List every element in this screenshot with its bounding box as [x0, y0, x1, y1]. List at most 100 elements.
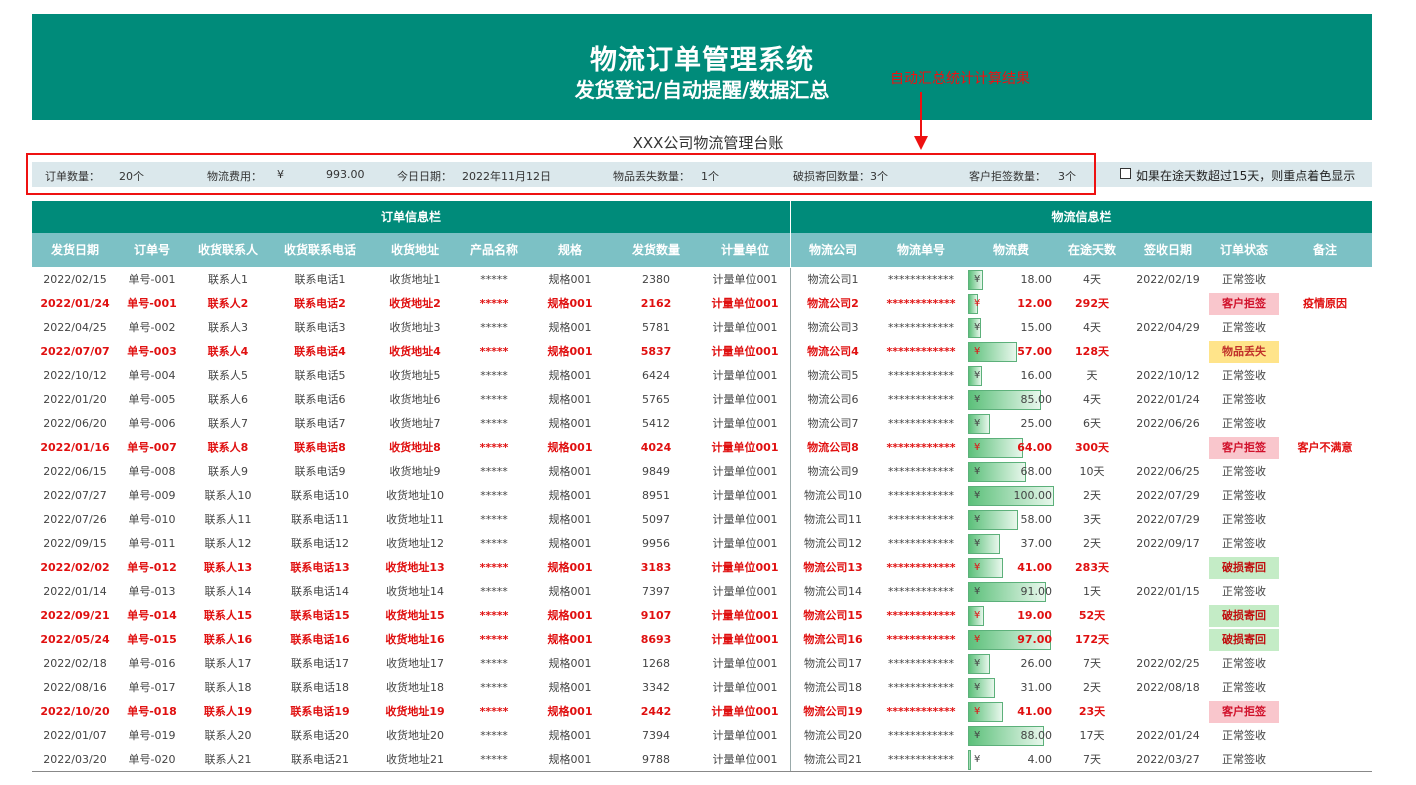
col-tracking[interactable]: 物流单号 — [876, 233, 966, 267]
status-cell: 破损寄回 — [1208, 604, 1280, 628]
spec-cell: 规格001 — [548, 537, 592, 550]
table-row[interactable]: 2022/04/25 单号-002 联系人3 联系电话3 收货地址3 ***** 规格001… — [32, 316, 1372, 340]
company-cell: 物流公司20 — [804, 729, 862, 742]
table-row[interactable]: 2022/01/16 单号-007 联系人8 联系电话8 收货地址8 ***** 规格001… — [32, 436, 1372, 460]
table-row[interactable]: 2022/05/24 单号-015 联系人16 联系电话16 收货地址16 ***** 规格… — [32, 628, 1372, 652]
contact-cell: 联系人16 — [203, 633, 253, 646]
table-row[interactable]: 2022/01/24 单号-001 联系人2 联系电话2 收货地址2 ***** 规格001… — [32, 292, 1372, 316]
sign-date-cell — [1128, 628, 1208, 652]
table-row[interactable]: 2022/02/02 单号-012 联系人13 联系电话13 收货地址13 ***** 规格… — [32, 556, 1372, 580]
col-product[interactable]: 产品名称 — [460, 233, 528, 267]
address-cell: 收货地址12 — [386, 537, 444, 550]
col-unit[interactable]: 计量单位 — [700, 233, 790, 267]
col-note[interactable]: 备注 — [1280, 233, 1370, 267]
fee-value: 41.00 — [1017, 561, 1052, 574]
ship-date-cell: 2022/01/24 — [40, 297, 110, 310]
ship-date-cell: 2022/10/20 — [40, 705, 110, 718]
col-transit-days[interactable]: 在途天数 — [1056, 233, 1128, 267]
col-contact[interactable]: 收货联系人 — [186, 233, 270, 267]
status-cell: 正常签收 — [1208, 460, 1280, 484]
transit-days-cell: 天 — [1086, 369, 1098, 382]
company-cell: 物流公司21 — [804, 753, 862, 766]
highlight-overdue-checkbox[interactable] — [1120, 168, 1131, 179]
address-cell: 收货地址13 — [385, 561, 445, 574]
ship-date-cell: 2022/01/20 — [43, 393, 107, 406]
col-order-no[interactable]: 订单号 — [118, 233, 186, 267]
phone-cell: 联系电话20 — [291, 729, 349, 742]
fee-value: 57.00 — [1017, 345, 1052, 358]
table-row[interactable]: 2022/07/27 单号-009 联系人10 联系电话10 收货地址10 ***** 规格… — [32, 484, 1372, 508]
table-row[interactable]: 2022/06/20 单号-006 联系人7 联系电话7 收货地址7 ***** 规格001… — [32, 412, 1372, 436]
table-row[interactable]: 2022/07/26 单号-010 联系人11 联系电话11 收货地址11 ***** 规格… — [32, 508, 1372, 532]
fee-value: 100.00 — [1013, 489, 1053, 502]
address-cell: 收货地址17 — [386, 657, 444, 670]
contact-cell: 联系人6 — [208, 393, 248, 406]
spec-cell: 规格001 — [547, 297, 593, 310]
unit-cell: 计量单位001 — [712, 753, 778, 766]
table-row[interactable]: 2022/07/07 单号-003 联系人4 联系电话4 收货地址4 ***** 规格001… — [32, 340, 1372, 364]
status-cell: 正常签收 — [1208, 676, 1280, 700]
table-row[interactable]: 2022/02/15 单号-001 联系人1 联系电话1 收货地址1 ***** 规格001… — [32, 268, 1372, 292]
order-no-cell: 单号-012 — [127, 561, 177, 574]
order-no-cell: 单号-001 — [128, 273, 176, 286]
phone-cell: 联系电话7 — [294, 417, 346, 430]
table-row[interactable]: 2022/06/15 单号-008 联系人9 联系电话9 收货地址9 ***** 规格001… — [32, 460, 1372, 484]
phone-cell: 联系电话8 — [294, 441, 346, 454]
col-status[interactable]: 订单状态 — [1208, 233, 1280, 267]
note-cell — [1280, 316, 1370, 340]
fee-cell: ¥41.00 — [968, 557, 1054, 579]
col-spec[interactable]: 规格 — [528, 233, 612, 267]
note-cell — [1280, 412, 1370, 436]
col-sign-date[interactable]: 签收日期 — [1128, 233, 1208, 267]
col-quantity[interactable]: 发货数量 — [612, 233, 700, 267]
logistics-section-header: 物流信息栏 — [791, 201, 1372, 233]
status-badge: 正常签收 — [1222, 513, 1266, 526]
phone-cell: 联系电话6 — [294, 393, 346, 406]
col-address[interactable]: 收货地址 — [370, 233, 460, 267]
spec-cell: 规格001 — [548, 753, 592, 766]
quantity-cell: 5097 — [642, 513, 670, 526]
contact-cell: 联系人21 — [204, 753, 252, 766]
contact-cell: 联系人19 — [203, 705, 253, 718]
phone-cell: 联系电话4 — [294, 345, 346, 358]
table-row[interactable]: 2022/01/14 单号-013 联系人14 联系电话14 收货地址14 ***** 规格… — [32, 580, 1372, 604]
product-cell: ***** — [479, 705, 509, 718]
table-row[interactable]: 2022/02/18 单号-016 联系人17 联系电话17 收货地址17 ***** 规格… — [32, 652, 1372, 676]
app-title: 物流订单管理系统 — [590, 45, 814, 76]
status-cell: 破损寄回 — [1208, 628, 1280, 652]
unit-cell: 计量单位001 — [712, 537, 778, 550]
transit-days-cell: 300天 — [1075, 441, 1109, 454]
table-row[interactable]: 2022/10/12 单号-004 联系人5 联系电话5 收货地址5 ***** 规格001… — [32, 364, 1372, 388]
col-company[interactable]: 物流公司 — [790, 233, 876, 267]
transit-days-cell: 6天 — [1083, 417, 1101, 430]
unit-cell: 计量单位001 — [711, 609, 779, 622]
table-row[interactable]: 2022/08/16 单号-017 联系人18 联系电话18 收货地址18 ***** 规格… — [32, 676, 1372, 700]
table-row[interactable]: 2022/01/07 单号-019 联系人20 联系电话20 收货地址20 ***** 规格… — [32, 724, 1372, 748]
col-phone[interactable]: 收货联系电话 — [270, 233, 370, 267]
table-row[interactable]: 2022/03/20 单号-020 联系人21 联系电话21 收货地址21 ***** 规格… — [32, 748, 1372, 772]
yen-sign: ¥ — [974, 274, 981, 285]
status-badge: 正常签收 — [1222, 417, 1266, 430]
fee-value: 85.00 — [1020, 393, 1053, 406]
col-fee[interactable]: 物流费 — [966, 233, 1056, 267]
status-cell: 正常签收 — [1208, 508, 1280, 532]
table-row[interactable]: 2022/01/20 单号-005 联系人6 联系电话6 收货地址6 ***** 规格001… — [32, 388, 1372, 412]
ledger-title: XXX公司物流管理台账 — [632, 134, 784, 152]
address-cell: 收货地址16 — [385, 633, 445, 646]
fee-value: 91.00 — [1020, 585, 1053, 598]
quantity-cell: 4024 — [640, 441, 672, 454]
tracking-cell: ************ — [886, 297, 956, 310]
ship-date-cell: 2022/01/14 — [43, 585, 107, 598]
product-cell: ***** — [480, 753, 508, 766]
table-row[interactable]: 2022/09/15 单号-011 联系人12 联系电话12 收货地址12 ***** 规格… — [32, 532, 1372, 556]
phone-cell: 联系电话9 — [294, 465, 346, 478]
spec-cell: 规格001 — [547, 561, 593, 574]
col-ship-date[interactable]: 发货日期 — [32, 233, 118, 267]
table-row[interactable]: 2022/09/21 单号-014 联系人15 联系电话15 收货地址15 ***** 规格… — [32, 604, 1372, 628]
note-cell — [1280, 340, 1370, 364]
tracking-cell: ************ — [888, 753, 954, 766]
table-row[interactable]: 2022/10/20 单号-018 联系人19 联系电话19 收货地址19 ***** 规格… — [32, 700, 1372, 724]
contact-cell: 联系人11 — [204, 513, 252, 526]
order-no-cell: 单号-003 — [127, 345, 177, 358]
order-no-cell: 单号-005 — [128, 393, 176, 406]
